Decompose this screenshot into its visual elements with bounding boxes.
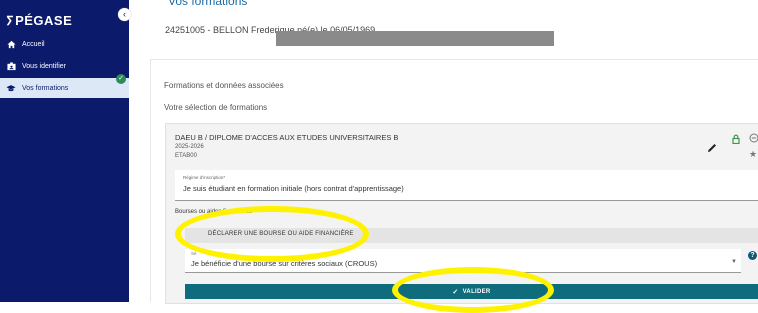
- collapse-sidebar-button[interactable]: ‹: [118, 8, 131, 21]
- selection-title: Votre sélection de formations: [164, 103, 268, 112]
- annotation-ellipse: [392, 267, 554, 313]
- divider: [150, 59, 151, 302]
- home-icon: [6, 39, 16, 49]
- formation-year: 2025-2026: [175, 144, 204, 150]
- bourse-select-label: Sé: [191, 251, 197, 256]
- remove-circle-icon[interactable]: [749, 130, 758, 143]
- lock-icon: [731, 131, 741, 145]
- divider: [150, 59, 758, 60]
- app-logo: ⵢPÉGASE: [6, 13, 72, 28]
- sidebar: ⵢPÉGASE Accueil Vous identifier Vos form…: [0, 0, 129, 302]
- regime-label: Régime d'inscription*: [183, 175, 226, 180]
- sidebar-item-accueil[interactable]: Accueil: [0, 34, 129, 54]
- section-title: Formations et données associées: [164, 81, 284, 90]
- regime-value: Je suis étudiant en formation initiale (…: [183, 184, 404, 193]
- redaction-block: [276, 31, 554, 46]
- annotation-ellipse: [175, 206, 369, 262]
- id-card-icon: [6, 61, 16, 71]
- sidebar-item-vos-formations[interactable]: Vos formations ✓: [0, 74, 129, 98]
- sidebar-item-label: Accueil: [22, 40, 45, 48]
- formation-name: DAEU B / DIPLOME D'ACCES AUX ETUDES UNIV…: [175, 133, 399, 142]
- page-title: Vos formations: [168, 0, 248, 8]
- sidebar-item-label: Vous identifier: [22, 62, 66, 70]
- graduation-cap-icon: [6, 83, 16, 93]
- check-badge-icon: ✓: [116, 74, 126, 84]
- pencil-icon[interactable]: [707, 140, 717, 152]
- star-icon[interactable]: ★: [749, 149, 757, 159]
- sidebar-item-vous-identifier[interactable]: Vous identifier: [0, 56, 129, 76]
- chevron-down-icon[interactable]: ▼: [731, 259, 737, 265]
- formation-etab: ETAB00: [175, 153, 197, 159]
- help-icon[interactable]: ?: [748, 251, 757, 260]
- app-name: PÉGASE: [15, 13, 73, 28]
- logo-symbol: ⵢ: [6, 14, 15, 28]
- sidebar-item-label: Vos formations: [22, 84, 69, 92]
